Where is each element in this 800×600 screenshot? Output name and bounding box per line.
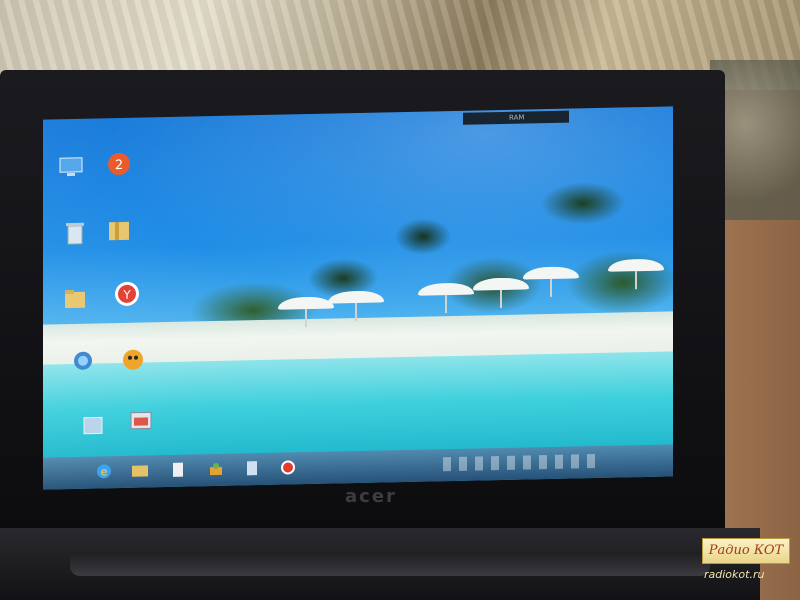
computer-icon[interactable] — [51, 147, 91, 188]
watermark-url: radiokot.ru — [704, 568, 765, 581]
watermark-title: Радио КОТ — [702, 538, 790, 564]
network-icon[interactable] — [63, 340, 103, 381]
folder-icon[interactable] — [55, 279, 95, 320]
document-icon[interactable] — [73, 406, 113, 447]
image-viewer-icon[interactable] — [121, 401, 161, 442]
cpu-ram-gadget: RAM — [463, 110, 569, 125]
aimp-icon[interactable]: 2 — [99, 144, 139, 185]
laptop-brand-logo: acer — [345, 486, 397, 507]
yandex-browser-icon[interactable] — [275, 456, 301, 479]
system-tray[interactable] — [443, 453, 603, 472]
gadget-ram-label: RAM — [509, 113, 525, 122]
paint-icon[interactable] — [203, 458, 229, 481]
site-watermark: Радио КОТ radiokot.ru — [702, 538, 790, 592]
svg-text:Y: Y — [122, 288, 131, 302]
laptop-screen: RAM 2 Y e — [43, 106, 673, 490]
yandex-browser-icon[interactable]: Y — [107, 273, 147, 314]
svg-text:e: e — [101, 465, 108, 478]
explorer-icon[interactable] — [127, 459, 153, 482]
game-icon[interactable] — [113, 339, 153, 380]
recycle-bin-icon[interactable] — [55, 213, 95, 254]
folder-icon[interactable] — [99, 210, 139, 251]
notepad-icon[interactable] — [239, 457, 265, 480]
laptop-hinge — [70, 552, 710, 576]
ie-icon[interactable]: e — [91, 460, 117, 483]
svg-text:2: 2 — [115, 158, 123, 173]
document-icon[interactable] — [165, 458, 191, 481]
